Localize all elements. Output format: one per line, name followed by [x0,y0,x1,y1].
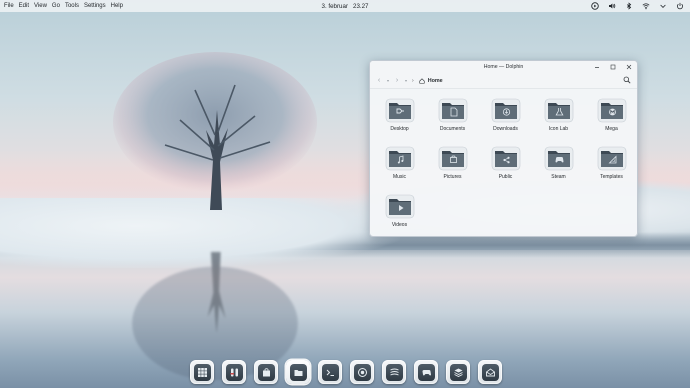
app-grid-icon [193,363,211,381]
menu-view[interactable]: View [34,3,47,9]
file-label: Documents [439,126,466,132]
window-toolbar: ‹ ▾ › ▾ › Home [370,73,637,89]
dock-browser[interactable] [350,360,374,384]
back-history-icon[interactable]: ▾ [387,78,389,83]
file-manager-icon [289,363,307,381]
podcast-icon [385,363,403,381]
folder-public[interactable]: Public [479,145,532,185]
menu-tools[interactable]: Tools [65,3,79,9]
minimize-icon[interactable] [594,64,600,70]
browser-icon [353,363,371,381]
file-label: Mega [605,126,618,132]
dock-gamepad[interactable] [414,360,438,384]
wifi-icon[interactable] [642,2,650,10]
gamepad-icon [544,145,574,171]
search-icon[interactable] [623,76,631,84]
maximize-icon[interactable] [610,64,616,70]
software-store-icon [257,363,275,381]
file-label: Steam [551,174,566,180]
clock-time: 23.27 [353,2,369,10]
window-controls [594,61,632,73]
music-icon [385,145,415,171]
file-label: Desktop [390,126,409,132]
download-icon [491,97,521,123]
breadcrumb-home: Home [427,77,443,84]
file-label: Music [392,174,407,180]
dock-podcast[interactable] [382,360,406,384]
pictures-icon [438,145,468,171]
file-label: Downloads [493,126,518,132]
dolphin-window: Home — Dolphin ‹ ▾ › ▾ › Home Desktop Doc… [369,60,638,237]
system-tray [591,0,684,12]
window-titlebar[interactable]: Home — Dolphin [370,61,637,73]
file-label: Public [498,174,513,180]
dock [190,357,502,387]
flask-icon [544,97,574,123]
dock-mail[interactable] [478,360,502,384]
global-menu: File Edit View Go Tools Settings Help [0,3,123,9]
settings-icon [225,363,243,381]
file-label: Icon Lab [548,126,569,132]
menu-settings[interactable]: Settings [84,3,106,9]
dock-settings[interactable] [222,360,246,384]
folder-videos[interactable]: Videos [373,193,426,233]
share-icon [491,145,521,171]
menu-go[interactable]: Go [52,3,60,9]
window-title: Home — Dolphin [483,64,524,70]
file-label: Videos [391,222,408,228]
dock-app-grid[interactable] [190,360,214,384]
folder-music[interactable]: Music [373,145,426,185]
document-icon [438,97,468,123]
folder-downloads[interactable]: Downloads [479,97,532,137]
folder-steam[interactable]: Steam [532,145,585,185]
file-label: Templates [600,174,623,180]
bluetooth-icon[interactable] [625,2,633,10]
video-icon [385,193,415,219]
dock-terminal[interactable] [318,360,342,384]
dock-layers[interactable] [446,360,470,384]
power-icon[interactable] [676,2,684,10]
mail-icon [481,363,499,381]
chevron-down-icon[interactable] [659,2,667,10]
folder-documents[interactable]: Documents [426,97,479,137]
tree [113,52,317,210]
clock[interactable]: 3. februar 23.27 [322,3,369,10]
folder-pictures[interactable]: Pictures [426,145,479,185]
mega-icon [597,97,627,123]
home-icon [419,77,425,84]
top-panel: File Edit View Go Tools Settings Help 3.… [0,0,690,12]
breadcrumb-separator-icon[interactable]: › [412,78,414,84]
folder-mega[interactable]: Mega [585,97,637,137]
dock-file-manager[interactable] [286,360,310,384]
close-icon[interactable] [626,64,632,70]
clock-date: 3. februar [321,2,348,10]
menu-edit[interactable]: Edit [19,3,29,9]
forward-history-icon[interactable]: ▾ [405,78,407,83]
folder-icon-lab[interactable]: Icon Lab [532,97,585,137]
templates-icon [597,145,627,171]
terminal-icon [321,363,339,381]
folder-templates[interactable]: Templates [585,145,637,185]
desktop-icon [385,97,415,123]
file-view: Desktop Documents Downloads Icon Lab Mega Mus… [373,97,635,233]
dock-software-store[interactable] [254,360,278,384]
folder-desktop[interactable]: Desktop [373,97,426,137]
gamepad-icon [417,363,435,381]
media-icon[interactable] [591,2,599,10]
menu-file[interactable]: File [4,3,14,9]
menu-help[interactable]: Help [111,3,123,9]
layers-icon [449,363,467,381]
back-icon[interactable]: ‹ [376,77,382,84]
volume-icon[interactable] [608,2,616,10]
file-label: Pictures [443,174,462,180]
breadcrumb[interactable]: Home [419,78,443,84]
forward-icon[interactable]: › [394,77,400,84]
